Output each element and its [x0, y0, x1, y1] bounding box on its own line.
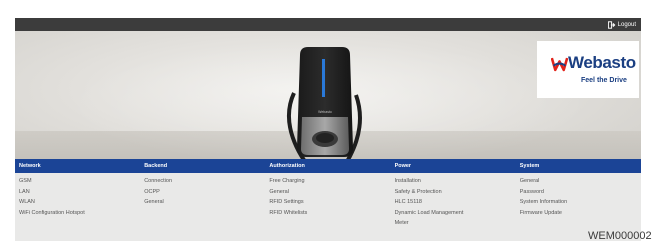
menu-item-rfid-settings[interactable]: RFID Settings — [269, 197, 390, 208]
menu-item-firmware-update[interactable]: Firmware Update — [520, 208, 641, 219]
main-nav: Network Backend Authorization Power Syst… — [15, 159, 641, 173]
brand-name: Webasto — [568, 53, 636, 72]
logout-label: Logout — [617, 21, 636, 28]
menu-item-meter[interactable]: Meter — [395, 218, 516, 229]
menu-item-wlan[interactable]: WLAN — [19, 197, 140, 208]
menu-item-connection[interactable]: Connection — [144, 176, 265, 187]
submenu-power: Installation Safety & Protection HLC 151… — [391, 176, 516, 241]
menu-item-free-charging[interactable]: Free Charging — [269, 176, 390, 187]
menu-item-ocpp[interactable]: OCPP — [144, 187, 265, 198]
charger-image: Webasto — [287, 47, 362, 177]
nav-tab-system[interactable]: System — [516, 159, 641, 173]
nav-tab-backend[interactable]: Backend — [140, 159, 265, 173]
menu-item-gsm[interactable]: GSM — [19, 176, 140, 187]
menu-item-installation[interactable]: Installation — [395, 176, 516, 187]
app-frame: Logout Webasto Webasto Feel the Drive Ne… — [15, 18, 641, 241]
menu-item-rfid-whitelists[interactable]: RFID Whitelists — [269, 208, 390, 219]
nav-tab-network[interactable]: Network — [15, 159, 140, 173]
submenu-panel: GSM LAN WLAN WiFi Configuration Hotspot … — [15, 173, 641, 241]
menu-item-safety-protection[interactable]: Safety & Protection — [395, 187, 516, 198]
menu-item-dynamic-load-management[interactable]: Dynamic Load Management — [395, 208, 516, 219]
top-bar: Logout — [15, 18, 641, 31]
nav-tab-power[interactable]: Power — [391, 159, 516, 173]
menu-item-hlc-15118[interactable]: HLC 15118 — [395, 197, 516, 208]
hero-banner: Webasto Webasto Feel the Drive — [15, 31, 641, 177]
submenu-authorization: Free Charging General RFID Settings RFID… — [265, 176, 390, 241]
brand-slogan: Feel the Drive — [581, 77, 627, 84]
menu-item-backend-general[interactable]: General — [144, 197, 265, 208]
logout-button[interactable]: Logout — [607, 20, 636, 29]
brand-logo: Webasto Feel the Drive — [537, 41, 639, 98]
logout-icon — [607, 20, 616, 29]
menu-item-authorization-general[interactable]: General — [269, 187, 390, 198]
image-watermark: WEM000002 — [588, 230, 652, 241]
menu-item-wifi-hotspot[interactable]: WiFi Configuration Hotspot — [19, 208, 140, 219]
nav-tab-authorization[interactable]: Authorization — [265, 159, 390, 173]
menu-item-password[interactable]: Password — [520, 187, 641, 198]
submenu-backend: Connection OCPP General — [140, 176, 265, 241]
menu-item-system-information[interactable]: System Information — [520, 197, 641, 208]
webasto-w-icon — [551, 57, 568, 72]
submenu-network: GSM LAN WLAN WiFi Configuration Hotspot — [15, 176, 140, 241]
charger-badge: Webasto — [318, 110, 332, 114]
menu-item-lan[interactable]: LAN — [19, 187, 140, 198]
menu-item-system-general[interactable]: General — [520, 176, 641, 187]
